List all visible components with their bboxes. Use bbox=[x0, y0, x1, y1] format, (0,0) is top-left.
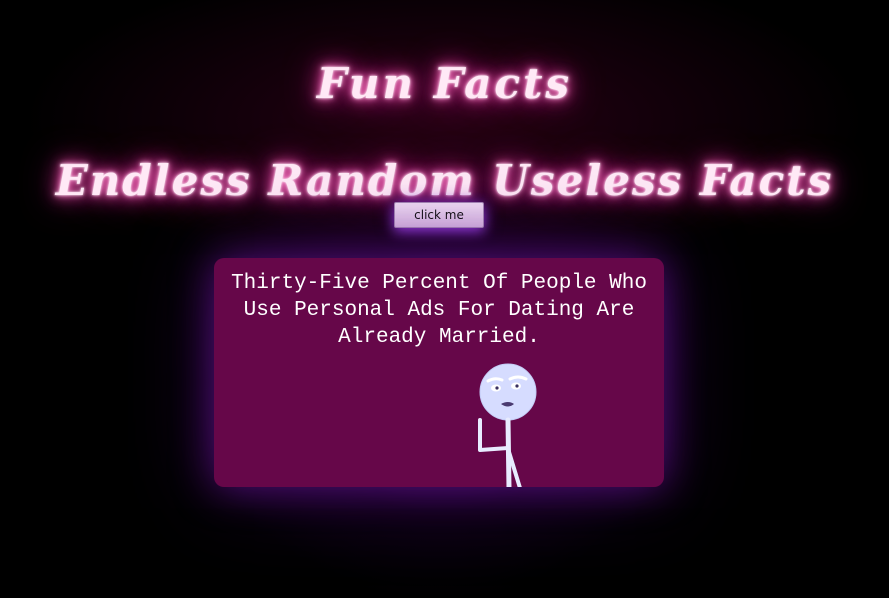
fact-text: Thirty-Five Percent Of People Who Use Pe… bbox=[231, 272, 647, 349]
page-title: Fun Facts bbox=[316, 59, 573, 109]
click-me-button[interactable]: click me bbox=[394, 202, 484, 228]
stick-figure-icon bbox=[478, 363, 537, 487]
page-subtitle: Endless Random Useless Facts bbox=[55, 155, 834, 205]
page: Fun Facts Endless Random Useless Facts c… bbox=[0, 0, 889, 598]
fact-card: Thirty-Five Percent Of People Who Use Pe… bbox=[214, 258, 664, 487]
